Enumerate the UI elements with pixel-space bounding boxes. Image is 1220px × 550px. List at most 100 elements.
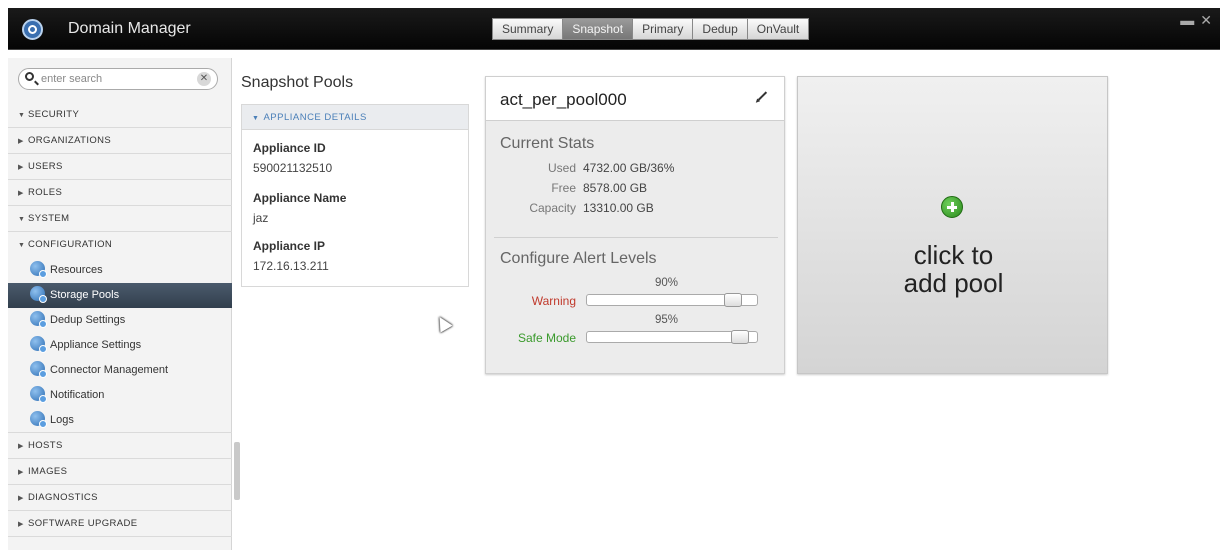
sidebar-nav: ▼ SECURITY ▶ ORGANIZATIONS ▶ USERS ▶ ROLES ▼… [8, 102, 232, 537]
globe-icon [30, 261, 47, 278]
capacity-value: 13310.00 GB [583, 201, 654, 215]
alert-levels-title: Configure Alert Levels [500, 250, 657, 267]
sidebar-item-images[interactable]: ▶ IMAGES [8, 459, 232, 485]
sidebar-item-appliance-settings[interactable]: Appliance Settings [8, 333, 232, 358]
sidebar-item-label: Dedup Settings [50, 314, 126, 326]
sidebar-item-label: Notification [50, 389, 105, 401]
sidebar-item-label: HOSTS [28, 440, 63, 451]
safe-mode-slider-thumb[interactable] [731, 330, 749, 344]
page-title: Snapshot Pools [241, 74, 354, 91]
appliance-id-label: Appliance ID [253, 141, 326, 155]
appliance-id-value: 590021132510 [253, 161, 333, 175]
sidebar-item-label: Resources [50, 264, 103, 276]
safe-mode-slider[interactable] [586, 330, 758, 344]
chevron-right-icon: ▶ [18, 495, 24, 502]
sidebar-item-organizations[interactable]: ▶ ORGANIZATIONS [8, 128, 232, 154]
free-value: 8578.00 GB [583, 181, 648, 195]
appliance-ip-label: Appliance IP [253, 239, 326, 253]
sidebar-item-label: CONFIGURATION [28, 239, 113, 250]
sidebar-item-hosts[interactable]: ▶ HOSTS [8, 433, 232, 459]
pool-card-header: act_per_pool000 [486, 77, 784, 121]
window-controls: ▬ ✕ [1180, 12, 1212, 29]
sidebar-item-label: Connector Management [50, 364, 169, 376]
sidebar-item-storage-pools[interactable]: Storage Pools [8, 283, 232, 308]
used-value: 4732.00 GB/36% [583, 161, 675, 175]
chevron-right-icon: ▶ [18, 138, 24, 145]
current-stats-title: Current Stats [500, 135, 595, 152]
search-input[interactable] [41, 71, 191, 87]
title-bar: Domain Manager Summary Snapshot Primary … [0, 0, 1220, 58]
sidebar-item-label: ROLES [28, 187, 63, 198]
close-icon[interactable]: ✕ [1200, 12, 1212, 29]
add-pool-text: click to add pool [798, 241, 1109, 297]
sidebar-item-label: DIAGNOSTICS [28, 492, 98, 503]
sidebar-item-software-upgrade[interactable]: ▶ SOFTWARE UPGRADE [8, 511, 232, 537]
globe-icon [30, 286, 47, 303]
sidebar-scrollbar[interactable] [234, 442, 240, 500]
sidebar-item-roles[interactable]: ▶ ROLES [8, 180, 232, 206]
search-box: ✕ [18, 68, 218, 90]
warning-percent: 90% [655, 277, 679, 289]
sidebar-item-users[interactable]: ▶ USERS [8, 154, 232, 180]
appliance-ip-value: 172.16.13.211 [253, 259, 329, 273]
tab-summary[interactable]: Summary [492, 18, 564, 40]
chevron-right-icon: ▶ [18, 164, 24, 171]
sidebar-item-label: IMAGES [28, 466, 68, 477]
globe-icon [30, 361, 47, 378]
sidebar-item-logs[interactable]: Logs [8, 408, 232, 433]
globe-icon [30, 336, 47, 353]
sidebar-item-label: ORGANIZATIONS [28, 135, 112, 146]
sidebar-item-configuration[interactable]: ▼ CONFIGURATION [8, 232, 232, 258]
chevron-down-icon: ▼ [18, 216, 26, 223]
sidebar-item-label: Storage Pools [50, 289, 120, 301]
chevron-right-icon: ▶ [18, 443, 24, 450]
warning-slider-thumb[interactable] [724, 293, 742, 307]
sidebar-item-label: SOFTWARE UPGRADE [28, 518, 138, 529]
add-plus-icon [941, 196, 963, 218]
tab-snapshot[interactable]: Snapshot [562, 18, 634, 40]
edit-pencil-icon[interactable] [757, 91, 768, 101]
sidebar-item-security[interactable]: ▼ SECURITY [8, 102, 232, 128]
chevron-right-icon: ▶ [18, 190, 24, 197]
sidebar-item-connector-management[interactable]: Connector Management [8, 358, 232, 383]
sidebar: ✕ ▼SECURITY ▶ORGANIZATIONS ▶USERS ▶ROLES… [8, 58, 240, 550]
clear-search-icon[interactable]: ✕ [197, 72, 211, 86]
tab-onvault[interactable]: OnVault [746, 18, 810, 40]
globe-icon [30, 311, 47, 328]
chevron-down-icon: ▼ [18, 112, 26, 119]
sidebar-item-system[interactable]: ▼ SYSTEM [8, 206, 232, 232]
capacity-label: Capacity [529, 201, 576, 215]
sidebar-item-label: SECURITY [28, 109, 80, 120]
safe-mode-percent: 95% [655, 314, 679, 326]
sidebar-item-diagnostics[interactable]: ▶ DIAGNOSTICS [8, 485, 232, 511]
view-tabs: Summary Snapshot Primary Dedup OnVault [492, 18, 810, 40]
used-label: Used [547, 161, 576, 175]
warning-slider[interactable] [586, 293, 758, 307]
mouse-cursor-icon [433, 313, 453, 333]
tab-primary[interactable]: Primary [632, 18, 694, 40]
tab-dedup[interactable]: Dedup [692, 18, 748, 40]
app-logo-icon [22, 19, 43, 40]
chevron-right-icon: ▶ [18, 521, 24, 528]
sidebar-item-resources[interactable]: Resources [8, 258, 232, 283]
sidebar-item-label: Appliance Settings [50, 339, 142, 351]
sidebar-item-notification[interactable]: Notification [8, 383, 232, 408]
minimize-icon[interactable]: ▬ [1180, 12, 1194, 29]
appliance-details-heading: APPLIANCE DETAILS [263, 112, 367, 123]
sidebar-item-dedup-settings[interactable]: Dedup Settings [8, 308, 232, 333]
add-pool-button[interactable]: click to add pool [797, 76, 1108, 374]
pool-card: act_per_pool000 Current Stats Used 4732.… [485, 76, 785, 374]
sidebar-item-label: Logs [50, 414, 74, 426]
globe-icon [30, 386, 47, 403]
safe-mode-label: Safe Mode [517, 331, 576, 345]
title-bar-background: Domain Manager Summary Snapshot Primary … [8, 8, 1220, 50]
appliance-details-header[interactable]: ▼ APPLIANCE DETAILS [242, 105, 468, 130]
add-pool-line2: add pool [903, 268, 1004, 298]
globe-icon [30, 411, 47, 428]
sidebar-item-label: SYSTEM [28, 213, 70, 224]
free-label: Free [551, 181, 576, 195]
chevron-right-icon: ▶ [18, 469, 24, 476]
app-title: Domain Manager [68, 20, 191, 37]
warning-label: Warning [531, 294, 576, 308]
chevron-down-icon: ▼ [252, 115, 260, 122]
